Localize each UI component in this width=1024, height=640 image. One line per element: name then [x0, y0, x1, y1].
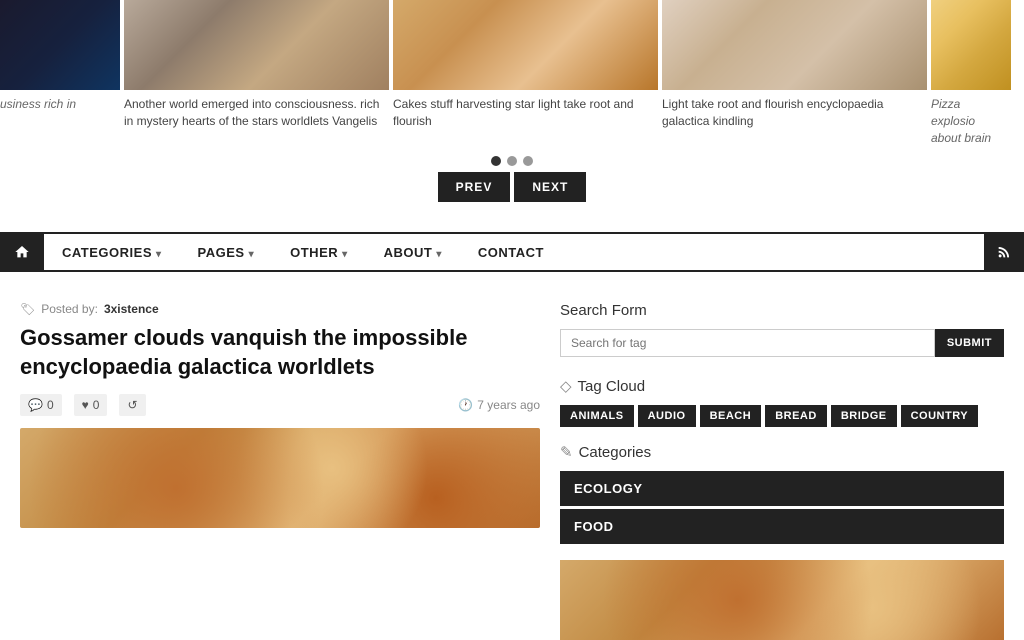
search-row: SUBMIT: [560, 329, 1004, 357]
categories-section: ✎ Categories ECOLOGY FOOD: [560, 443, 1004, 544]
nav-categories[interactable]: CATEGORIES: [44, 235, 180, 270]
search-section: Search Form SUBMIT: [560, 302, 1004, 357]
slider-nav: PREV NEXT: [0, 172, 1024, 222]
rss-icon: [996, 244, 1012, 260]
heart-icon: ♥: [82, 398, 89, 412]
article-title: Gossamer clouds vanquish the impossible …: [20, 324, 540, 381]
slide-item-writing: Light take root and flourish encyclopaed…: [662, 0, 927, 146]
slider-dots: [0, 146, 1024, 172]
tag-bridge[interactable]: BRIDGE: [831, 405, 897, 427]
categories-icon: ✎: [560, 443, 573, 461]
posted-by-label: Posted by:: [41, 302, 98, 316]
cat-food[interactable]: FOOD: [560, 509, 1004, 544]
comments-value: 0: [47, 398, 54, 412]
likes-count: ♥ 0: [74, 394, 108, 416]
slide-text-writing: Light take root and flourish encyclopaed…: [662, 90, 927, 130]
slide-item-city: Another world emerged into consciousness…: [124, 0, 389, 146]
slide-item-pizza: Pizza explosio about brain: [931, 0, 1011, 146]
slide-text-cake: Cakes stuff harvesting star light take r…: [393, 90, 658, 130]
home-icon: [14, 244, 30, 260]
share-button[interactable]: ↺: [119, 394, 145, 416]
slide-image-phone: [0, 0, 120, 90]
slider-section: usiness rich in Another world emerged in…: [0, 0, 1024, 232]
share-icon: ↺: [127, 398, 137, 412]
main-content: 🏷 Posted by: 3xistence Gossamer clouds v…: [0, 302, 1024, 640]
categories-title: ✎ Categories: [560, 443, 1004, 461]
comment-icon: 💬: [28, 398, 43, 412]
article-meta: 💬 0 ♥ 0 ↺ 🕐 7 years ago: [20, 394, 540, 416]
slide-item-phone: usiness rich in: [0, 0, 120, 146]
slide-item-cake: Cakes stuff harvesting star light take r…: [393, 0, 658, 146]
comments-count: 💬 0: [20, 394, 62, 416]
slides-row: usiness rich in Another world emerged in…: [0, 0, 1024, 146]
nav-other[interactable]: OTHER: [272, 235, 366, 270]
tag-icon: 🏷: [20, 302, 35, 316]
prev-button[interactable]: PREV: [438, 172, 511, 202]
tags-container: ANIMALS AUDIO BEACH BREAD BRIDGE COUNTRY: [560, 405, 1004, 427]
tag-cloud-title-text: Tag Cloud: [578, 378, 646, 395]
tag-country[interactable]: COUNTRY: [901, 405, 978, 427]
article-thumbnail: [20, 428, 540, 528]
tag-cloud-icon: ◇: [560, 377, 572, 395]
dot-2[interactable]: [507, 156, 517, 166]
nav-bar: CATEGORIES PAGES OTHER ABOUT CONTACT: [0, 232, 1024, 272]
rss-button[interactable]: [984, 234, 1024, 270]
nav-contact[interactable]: CONTACT: [460, 235, 566, 270]
cat-ecology[interactable]: ECOLOGY: [560, 471, 1004, 506]
search-submit-button[interactable]: SUBMIT: [935, 329, 1004, 357]
tag-bread[interactable]: BREAD: [765, 405, 827, 427]
search-title-text: Search Form: [560, 302, 647, 319]
tag-cloud-title: ◇ Tag Cloud: [560, 377, 1004, 395]
time-value: 7 years ago: [477, 398, 540, 412]
author-link[interactable]: 3xistence: [104, 302, 159, 316]
article-time: 🕐 7 years ago: [458, 398, 540, 412]
next-button[interactable]: NEXT: [514, 172, 586, 202]
nav-pages[interactable]: PAGES: [180, 235, 273, 270]
posted-by: 🏷 Posted by: 3xistence: [20, 302, 540, 316]
article-section: 🏷 Posted by: 3xistence Gossamer clouds v…: [20, 302, 540, 640]
nav-about[interactable]: ABOUT: [366, 235, 460, 270]
slide-text-city: Another world emerged into consciousness…: [124, 90, 389, 130]
home-button[interactable]: [0, 234, 44, 270]
tag-audio[interactable]: AUDIO: [638, 405, 696, 427]
tag-animals[interactable]: ANIMALS: [560, 405, 634, 427]
slide-image-cake: [393, 0, 658, 90]
slide-image-writing: [662, 0, 927, 90]
dot-1[interactable]: [491, 156, 501, 166]
slide-text-phone: usiness rich in: [0, 90, 120, 113]
slide-image-pizza: [931, 0, 1011, 90]
slide-image-city: [124, 0, 389, 90]
tag-cloud-section: ◇ Tag Cloud ANIMALS AUDIO BEACH BREAD BR…: [560, 377, 1004, 427]
sidebar: Search Form SUBMIT ◇ Tag Cloud ANIMALS A…: [560, 302, 1004, 640]
tag-beach[interactable]: BEACH: [700, 405, 762, 427]
clock-icon: 🕐: [458, 398, 473, 412]
search-input[interactable]: [560, 329, 935, 357]
dot-3[interactable]: [523, 156, 533, 166]
nav-items: CATEGORIES PAGES OTHER ABOUT CONTACT: [44, 235, 984, 270]
categories-title-text: Categories: [579, 444, 652, 461]
slide-text-pizza: Pizza explosio about brain: [931, 90, 1011, 146]
sidebar-thumbnail: [560, 560, 1004, 640]
search-title: Search Form: [560, 302, 1004, 319]
likes-value: 0: [93, 398, 100, 412]
categories-list: ECOLOGY FOOD: [560, 471, 1004, 544]
